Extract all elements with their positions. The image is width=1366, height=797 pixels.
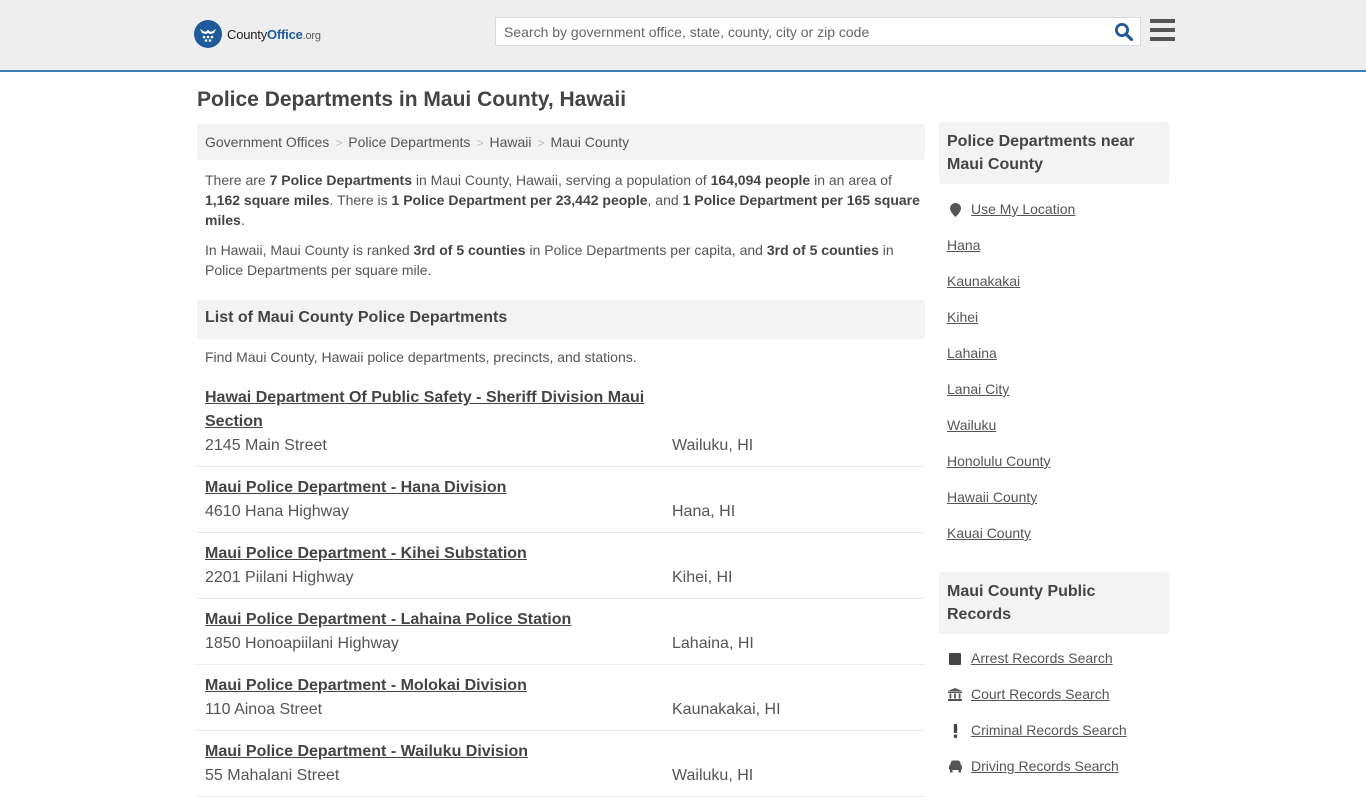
sidebar-records-heading: Maui County Public Records [939,572,1169,634]
search-box [495,17,1141,46]
breadcrumb-separator: > [476,136,484,150]
nearby-link-lahaina[interactable]: Lahaina [947,345,997,361]
use-my-location-link[interactable]: Use My Location [971,201,1075,217]
map-pin-icon [947,201,963,218]
list-heading: List of Maui County Police Departments [197,300,925,339]
department-link[interactable]: Maui Police Department - Lahaina Police … [205,608,655,632]
department-list: Hawai Department Of Public Safety - Sher… [197,384,925,797]
breadcrumb-government-offices[interactable]: Government Offices [205,134,329,150]
intro-summary: There are 7 Police Departments in Maui C… [205,172,920,228]
list-item: Maui Police Department - Lahaina Police … [197,599,925,665]
criminal-records-link[interactable]: Criminal Records Search [971,722,1127,738]
nearby-link-hana[interactable]: Hana [947,237,980,253]
intro-text: There are 7 Police Departments in Maui C… [205,170,920,290]
nearby-link-hawaii-county[interactable]: Hawaii County [947,489,1037,505]
department-city: Kihei, HI [672,569,733,586]
records-links: Arrest Records Search Court Records Sear… [939,650,1169,794]
driving-records-link[interactable]: Driving Records Search [971,758,1119,774]
exclamation-icon [947,722,963,739]
car-icon [947,758,963,775]
sidebar-records: Maui County Public Records Arrest Record… [939,572,1169,794]
nearby-link-kauai-county[interactable]: Kauai County [947,525,1031,541]
nearby-link-kaunakakai[interactable]: Kaunakakai [947,273,1020,289]
department-city: Hana, HI [672,503,736,520]
department-link[interactable]: Maui Police Department - Kihei Substatio… [205,542,655,566]
sidebar-nearby: Police Departments near Maui County Use … [939,122,1169,561]
department-city: Lahaina, HI [672,635,754,652]
use-location-item: Use My Location [947,201,1169,237]
nearby-link-honolulu-county[interactable]: Honolulu County [947,453,1051,469]
nearby-link-kihei[interactable]: Kihei [947,309,978,325]
department-city: Wailuku, HI [672,437,754,454]
department-link[interactable]: Maui Police Department - Molokai Divisio… [205,674,655,698]
search-icon[interactable] [1114,22,1134,42]
square-icon [947,650,963,667]
department-address: 2145 Main Street [205,437,327,454]
department-address: 1850 Honoapiilani Highway [205,635,399,652]
hamburger-menu-icon[interactable] [1150,19,1175,41]
nearby-links: Use My Location Hana Kaunakakai Kihei La… [939,201,1169,561]
list-item: Maui Police Department - Wailuku Divisio… [197,731,925,797]
nearby-link-wailuku[interactable]: Wailuku [947,417,996,433]
list-description: Find Maui County, Hawaii police departme… [205,349,637,365]
page-title: Police Departments in Maui County, Hawai… [197,88,627,111]
sidebar-nearby-heading: Police Departments near Maui County [939,122,1169,184]
intro-ranking: In Hawaii, Maui County is ranked 3rd of … [205,242,894,278]
breadcrumb-separator: > [335,136,343,150]
search-input[interactable] [496,18,1106,45]
arrest-records-link[interactable]: Arrest Records Search [971,650,1113,666]
logo-text: CountyOffice.org [227,26,321,42]
breadcrumb-separator: > [537,136,545,150]
department-link[interactable]: Maui Police Department - Wailuku Divisio… [205,740,655,764]
department-link[interactable]: Hawai Department Of Public Safety - Sher… [205,386,655,434]
list-item: Maui Police Department - Molokai Divisio… [197,665,925,731]
site-logo[interactable]: CountyOffice.org [194,20,321,48]
courthouse-icon [947,686,963,703]
nearby-link-lanai-city[interactable]: Lanai City [947,381,1009,397]
list-item: Maui Police Department - Hana Division 4… [197,467,925,533]
department-address: 2201 Piilani Highway [205,569,354,586]
department-link[interactable]: Maui Police Department - Hana Division [205,476,655,500]
breadcrumb-maui-county[interactable]: Maui County [550,134,629,150]
department-city: Kaunakakai, HI [672,701,781,718]
site-header: CountyOffice.org [0,0,1366,72]
eagle-logo-icon [194,20,222,48]
list-item: Maui Police Department - Kihei Substatio… [197,533,925,599]
department-address: 110 Ainoa Street [205,701,323,718]
breadcrumb: Government Offices > Police Departments > Ha… [197,124,925,160]
department-address: 4610 Hana Highway [205,503,350,520]
court-records-link[interactable]: Court Records Search [971,686,1110,702]
breadcrumb-police-departments[interactable]: Police Departments [348,134,470,150]
breadcrumb-hawaii[interactable]: Hawaii [489,134,531,150]
list-item: Hawai Department Of Public Safety - Sher… [197,384,925,467]
